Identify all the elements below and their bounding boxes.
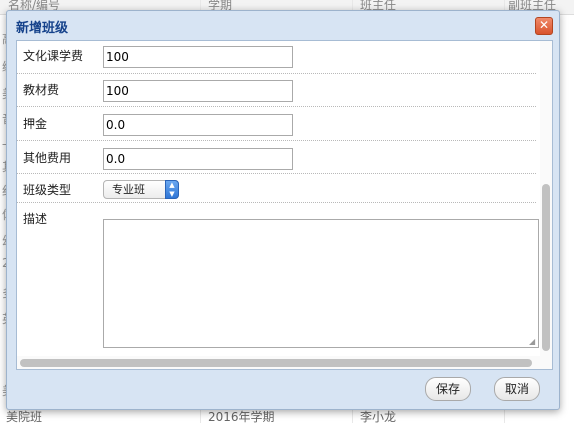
class-type-label: 班级类型 [23,183,72,197]
bg-cell-name: 美院班 [6,410,43,424]
class-type-select[interactable]: 专业班 ▲ ▼ [103,180,179,199]
materials-fee-label: 教材费 [23,83,60,97]
description-label: 描述 [23,212,48,226]
select-stepper-icon: ▲ ▼ [165,180,179,199]
dialog-footer: 保存 取消 [7,369,559,409]
form-row-tuition: 文化课学费 100 [17,41,536,74]
form-row-materials: 教材费 100 [17,74,536,107]
other-fees-input[interactable]: 0.0 [103,148,293,170]
form-row-other-fees: 其他费用 0.0 [17,141,536,174]
horizontal-scroll-thumb[interactable] [20,359,532,367]
bg-cell-teacher: 李小龙 [360,410,397,424]
new-class-dialog: 新增班级 ✕ 文化课学费 100 教材费 100 押金 0.0 其他费用 0.0… [6,10,560,410]
bg-cell-term: 2016年学期 [208,410,275,424]
horizontal-scrollbar[interactable] [17,356,540,369]
materials-fee-input[interactable]: 100 [103,80,293,102]
form-row-class-type: 班级类型 专业班 ▲ ▼ [17,174,536,203]
deposit-label: 押金 [23,117,48,131]
cancel-button[interactable]: 取消 [494,377,540,401]
resize-grip-icon[interactable]: ◢ [529,338,537,346]
tuition-input[interactable]: 100 [103,46,293,68]
dialog-titlebar[interactable]: 新增班级 ✕ [7,11,559,40]
save-button[interactable]: 保存 [425,377,471,401]
form-row-deposit: 押金 0.0 [17,107,536,141]
vertical-scrollbar[interactable] [540,41,552,369]
vertical-scroll-thumb[interactable] [542,184,550,351]
deposit-input[interactable]: 0.0 [103,114,293,136]
dialog-form: 文化课学费 100 教材费 100 押金 0.0 其他费用 0.0 班级类型 专… [16,40,553,370]
tuition-label: 文化课学费 [23,49,84,63]
close-icon[interactable]: ✕ [535,17,553,35]
class-type-value: 专业班 [112,183,145,196]
dialog-title: 新增班级 [16,21,69,36]
other-fees-label: 其他费用 [23,151,72,165]
description-textarea[interactable] [103,219,539,348]
